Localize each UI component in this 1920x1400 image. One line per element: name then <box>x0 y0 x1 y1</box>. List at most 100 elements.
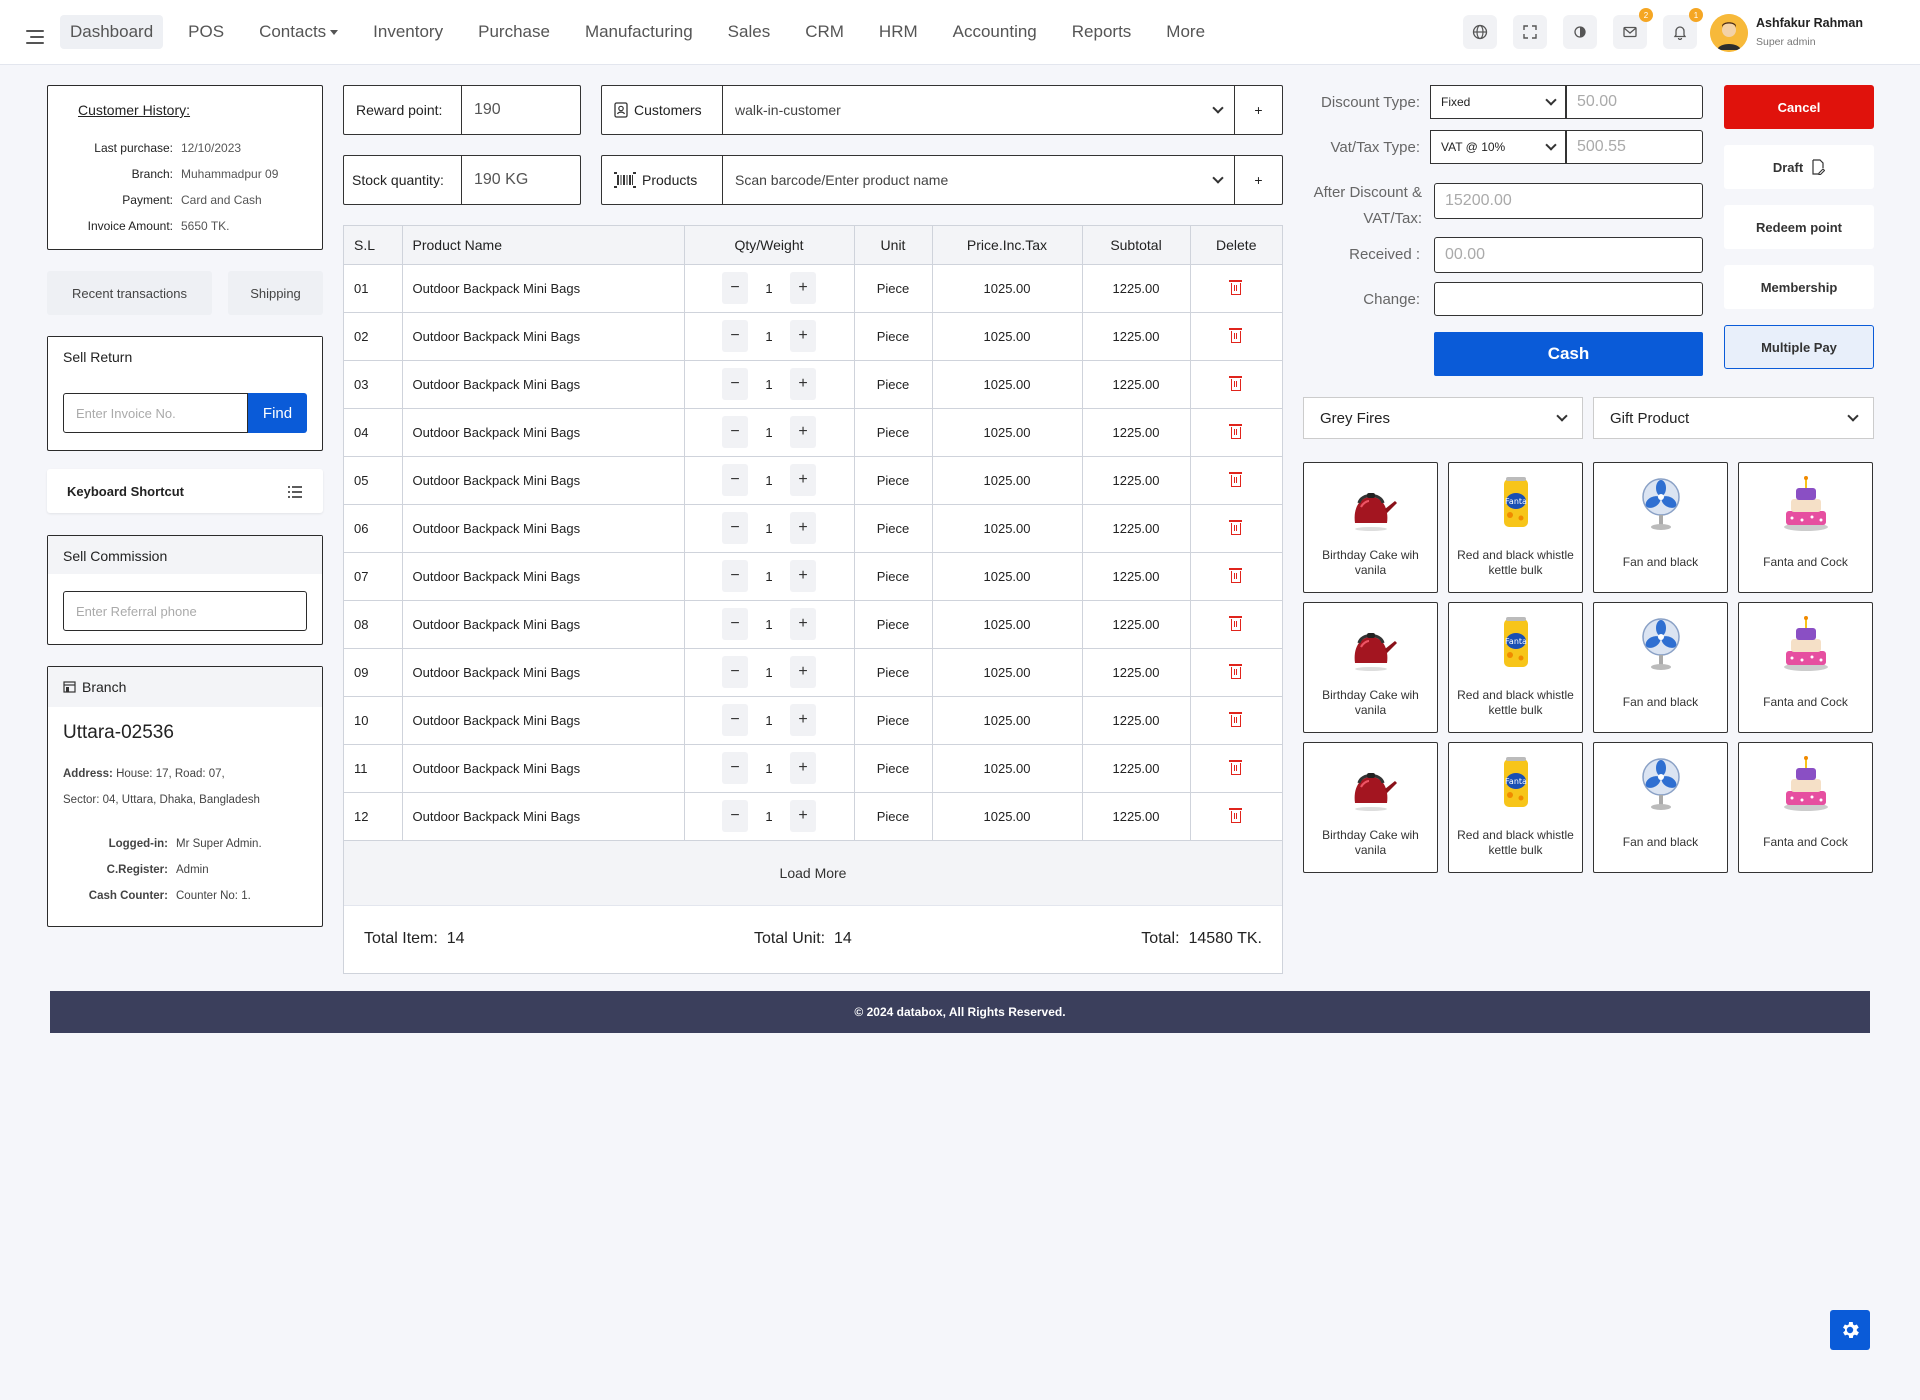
trash-icon[interactable] <box>1229 760 1243 776</box>
multiple-pay-button[interactable]: Multiple Pay <box>1724 325 1874 369</box>
increase-qty-button[interactable]: + <box>790 560 816 592</box>
globe-icon[interactable] <box>1463 15 1497 49</box>
find-button[interactable]: Find <box>248 393 307 433</box>
decrease-qty-button[interactable]: − <box>722 800 748 832</box>
settings-gear-icon[interactable] <box>1830 1310 1870 1350</box>
increase-qty-button[interactable]: + <box>790 800 816 832</box>
cancel-button[interactable]: Cancel <box>1724 85 1874 129</box>
customer-select[interactable]: walk-in-customer <box>723 86 1234 134</box>
product-card[interactable]: Fan and black <box>1593 602 1728 733</box>
nav-item-dashboard[interactable]: Dashboard <box>60 15 164 49</box>
increase-qty-button[interactable]: + <box>790 416 816 448</box>
avatar[interactable] <box>1710 14 1748 52</box>
decrease-qty-button[interactable]: − <box>722 704 748 736</box>
fullscreen-icon[interactable] <box>1513 15 1547 49</box>
add-customer-button[interactable]: + <box>1234 86 1282 134</box>
trash-icon[interactable] <box>1229 568 1243 584</box>
vat-value-input[interactable]: 500.55 <box>1566 130 1703 164</box>
product-card[interactable]: Fanta Red and black whistle kettle bulk <box>1448 742 1583 873</box>
discount-type-select[interactable]: Fixed <box>1430 85 1566 119</box>
membership-button[interactable]: Membership <box>1724 265 1874 309</box>
decrease-qty-button[interactable]: − <box>722 560 748 592</box>
product-card[interactable]: Birthday Cake wih vanila <box>1303 462 1438 593</box>
nav-item-inventory[interactable]: Inventory <box>363 15 453 49</box>
qty-value[interactable]: 1 <box>756 473 782 488</box>
product-card[interactable]: Fan and black <box>1593 742 1728 873</box>
decrease-qty-button[interactable]: − <box>722 320 748 352</box>
trash-icon[interactable] <box>1229 712 1243 728</box>
qty-value[interactable]: 1 <box>756 377 782 392</box>
decrease-qty-button[interactable]: − <box>722 272 748 304</box>
nav-item-contacts[interactable]: Contacts <box>249 15 348 49</box>
trash-icon[interactable] <box>1229 376 1243 392</box>
increase-qty-button[interactable]: + <box>790 368 816 400</box>
increase-qty-button[interactable]: + <box>790 512 816 544</box>
nav-item-more[interactable]: More <box>1156 15 1215 49</box>
trash-icon[interactable] <box>1229 616 1243 632</box>
after-discount-input[interactable]: 15200.00 <box>1434 183 1703 219</box>
product-card[interactable]: Fanta and Cock <box>1738 462 1873 593</box>
add-product-button[interactable]: + <box>1234 156 1282 204</box>
product-card[interactable]: Fanta Red and black whistle kettle bulk <box>1448 602 1583 733</box>
trash-icon[interactable] <box>1229 520 1243 536</box>
draft-button[interactable]: Draft <box>1724 145 1874 189</box>
qty-value[interactable]: 1 <box>756 425 782 440</box>
decrease-qty-button[interactable]: − <box>722 608 748 640</box>
trash-icon[interactable] <box>1229 424 1243 440</box>
decrease-qty-button[interactable]: − <box>722 368 748 400</box>
user-name[interactable]: Ashfakur Rahman <box>1756 16 1863 30</box>
increase-qty-button[interactable]: + <box>790 656 816 688</box>
mail-icon[interactable]: 2 <box>1613 8 1653 49</box>
decrease-qty-button[interactable]: − <box>722 464 748 496</box>
nav-item-hrm[interactable]: HRM <box>869 15 928 49</box>
increase-qty-button[interactable]: + <box>790 608 816 640</box>
product-card[interactable]: Birthday Cake wih vanila <box>1303 602 1438 733</box>
increase-qty-button[interactable]: + <box>790 704 816 736</box>
trash-icon[interactable] <box>1229 664 1243 680</box>
product-search-input[interactable]: Scan barcode/Enter product name <box>723 156 1234 204</box>
trash-icon[interactable] <box>1229 472 1243 488</box>
redeem-point-button[interactable]: Redeem point <box>1724 205 1874 249</box>
increase-qty-button[interactable]: + <box>790 320 816 352</box>
theme-toggle-icon[interactable] <box>1563 15 1597 49</box>
qty-value[interactable]: 1 <box>756 329 782 344</box>
nav-item-crm[interactable]: CRM <box>795 15 854 49</box>
invoice-input[interactable]: Enter Invoice No. <box>63 393 248 433</box>
trash-icon[interactable] <box>1229 808 1243 824</box>
increase-qty-button[interactable]: + <box>790 464 816 496</box>
nav-item-manufacturing[interactable]: Manufacturing <box>575 15 703 49</box>
nav-item-accounting[interactable]: Accounting <box>943 15 1047 49</box>
nav-item-pos[interactable]: POS <box>178 15 234 49</box>
product-card[interactable]: Fan and black <box>1593 462 1728 593</box>
qty-value[interactable]: 1 <box>756 281 782 296</box>
qty-value[interactable]: 1 <box>756 665 782 680</box>
menu-toggle-icon[interactable] <box>20 23 48 51</box>
category-select[interactable]: Grey Fires <box>1303 397 1583 439</box>
increase-qty-button[interactable]: + <box>790 272 816 304</box>
load-more-button[interactable]: Load More <box>344 840 1282 906</box>
nav-item-purchase[interactable]: Purchase <box>468 15 560 49</box>
product-card[interactable]: Fanta and Cock <box>1738 602 1873 733</box>
recent-transactions-button[interactable]: Recent transactions <box>47 271 212 315</box>
decrease-qty-button[interactable]: − <box>722 656 748 688</box>
decrease-qty-button[interactable]: − <box>722 416 748 448</box>
qty-value[interactable]: 1 <box>756 713 782 728</box>
trash-icon[interactable] <box>1229 280 1243 296</box>
qty-value[interactable]: 1 <box>756 617 782 632</box>
received-input[interactable]: 00.00 <box>1434 237 1703 273</box>
trash-icon[interactable] <box>1229 328 1243 344</box>
product-card[interactable]: Fanta and Cock <box>1738 742 1873 873</box>
referral-phone-input[interactable]: Enter Referral phone <box>63 591 307 631</box>
product-type-select[interactable]: Gift Product <box>1593 397 1874 439</box>
shipping-button[interactable]: Shipping <box>228 271 323 315</box>
product-card[interactable]: Fanta Red and black whistle kettle bulk <box>1448 462 1583 593</box>
vat-type-select[interactable]: VAT @ 10% <box>1430 130 1566 164</box>
qty-value[interactable]: 1 <box>756 809 782 824</box>
decrease-qty-button[interactable]: − <box>722 752 748 784</box>
nav-item-reports[interactable]: Reports <box>1062 15 1142 49</box>
change-input[interactable] <box>1434 282 1703 316</box>
cash-button[interactable]: Cash <box>1434 332 1703 376</box>
qty-value[interactable]: 1 <box>756 761 782 776</box>
keyboard-shortcut-button[interactable]: Keyboard Shortcut <box>47 469 323 513</box>
discount-value-input[interactable]: 50.00 <box>1566 85 1703 119</box>
